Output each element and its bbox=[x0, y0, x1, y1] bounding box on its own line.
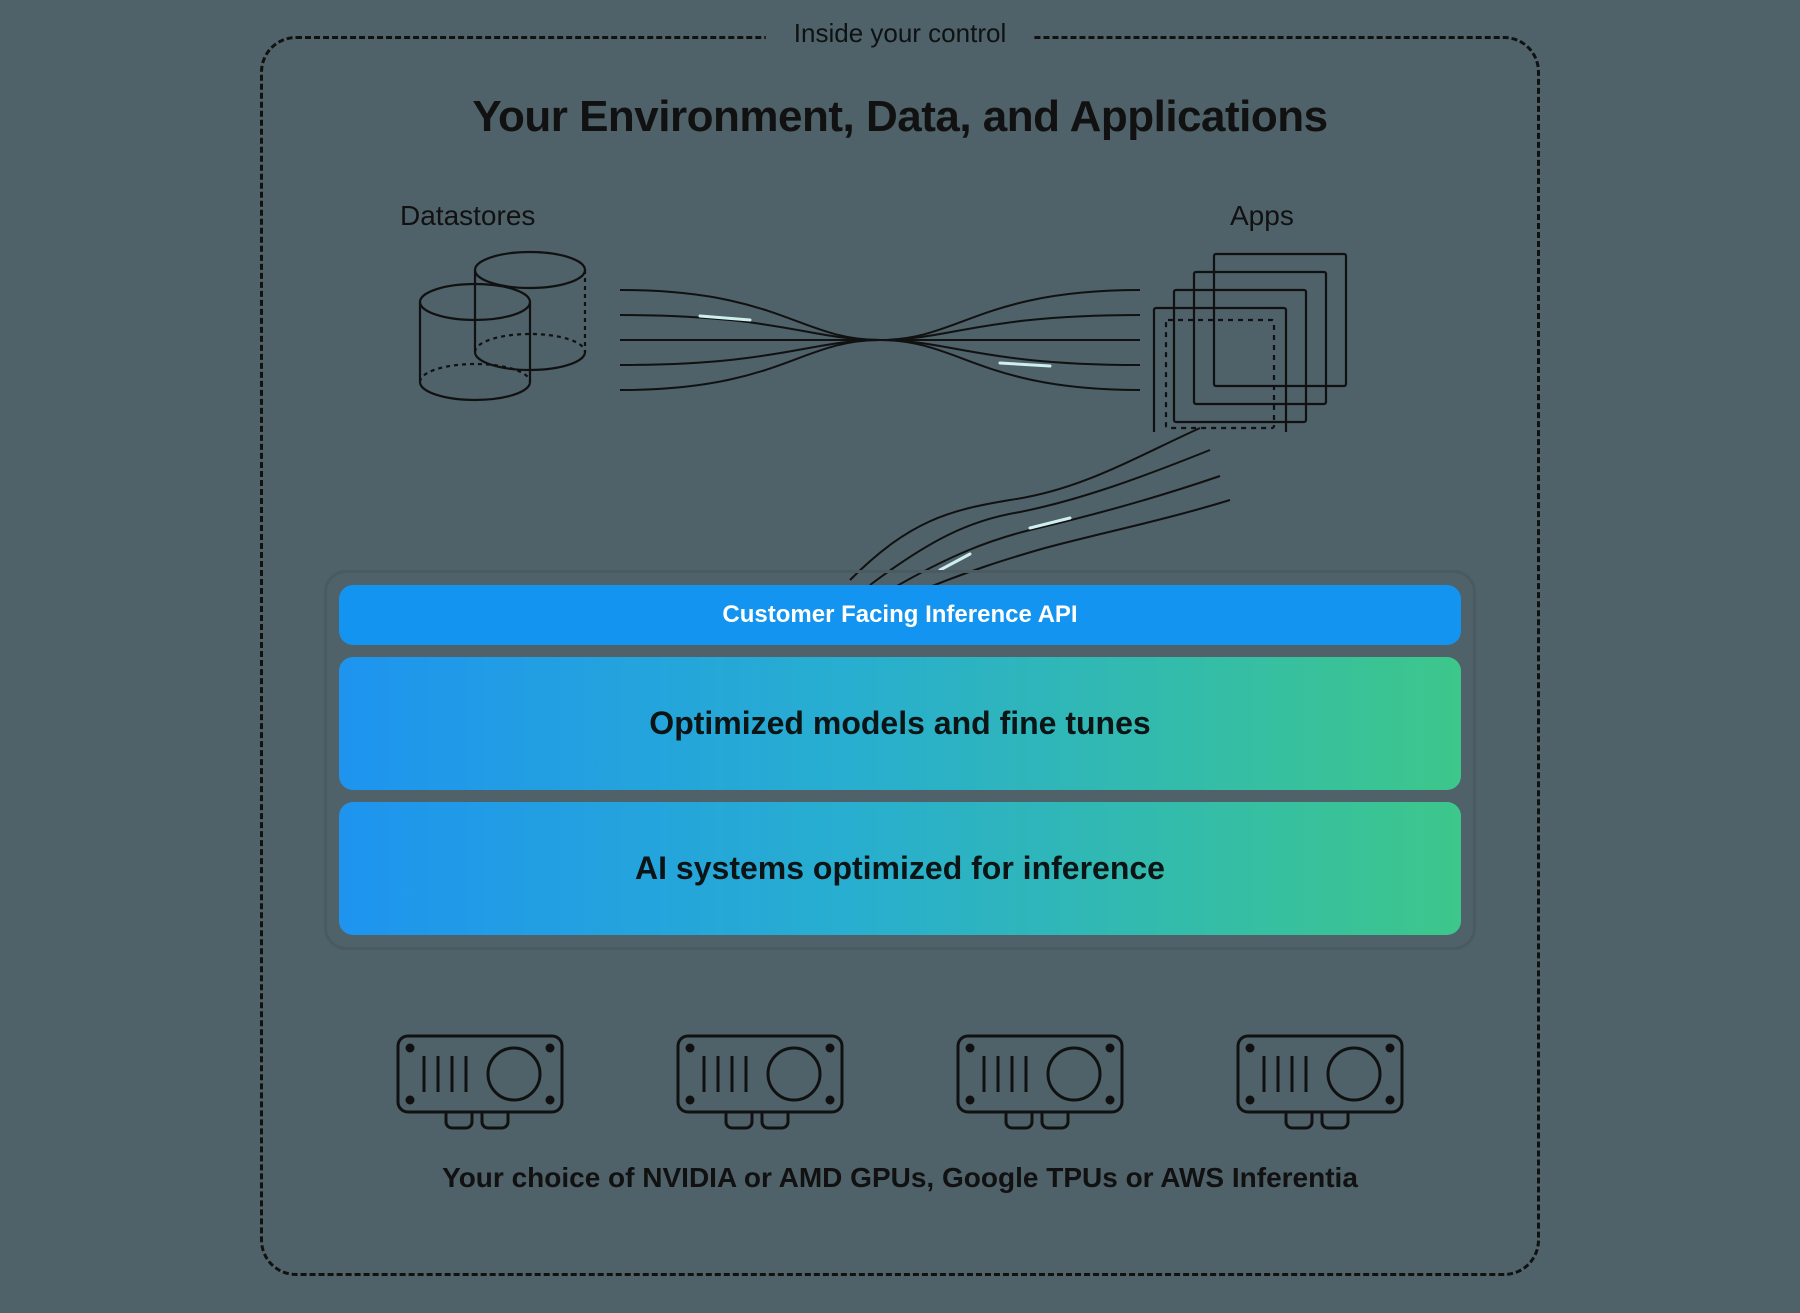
apps-label: Apps bbox=[1230, 200, 1294, 232]
datastores-label: Datastores bbox=[400, 200, 535, 232]
datastores-icon bbox=[400, 242, 600, 412]
inference-stack: Customer Facing Inference API Optimized … bbox=[324, 570, 1476, 950]
apps-icon bbox=[1140, 242, 1360, 432]
api-bar: Customer Facing Inference API bbox=[339, 585, 1461, 645]
diagram-title: Your Environment, Data, and Applications bbox=[260, 92, 1540, 142]
gpu-icon bbox=[390, 1028, 570, 1138]
gpu-icon bbox=[1230, 1028, 1410, 1138]
hardware-caption: Your choice of NVIDIA or AMD GPUs, Googl… bbox=[260, 1162, 1540, 1194]
gpu-icon bbox=[670, 1028, 850, 1138]
frame-label: Inside your control bbox=[766, 18, 1034, 49]
ai-systems-bar: AI systems optimized for inference bbox=[339, 802, 1461, 935]
gpu-icon bbox=[950, 1028, 1130, 1138]
flow-lines-top-icon bbox=[620, 260, 1140, 420]
models-bar: Optimized models and fine tunes bbox=[339, 657, 1461, 790]
gpu-row bbox=[390, 1028, 1410, 1138]
